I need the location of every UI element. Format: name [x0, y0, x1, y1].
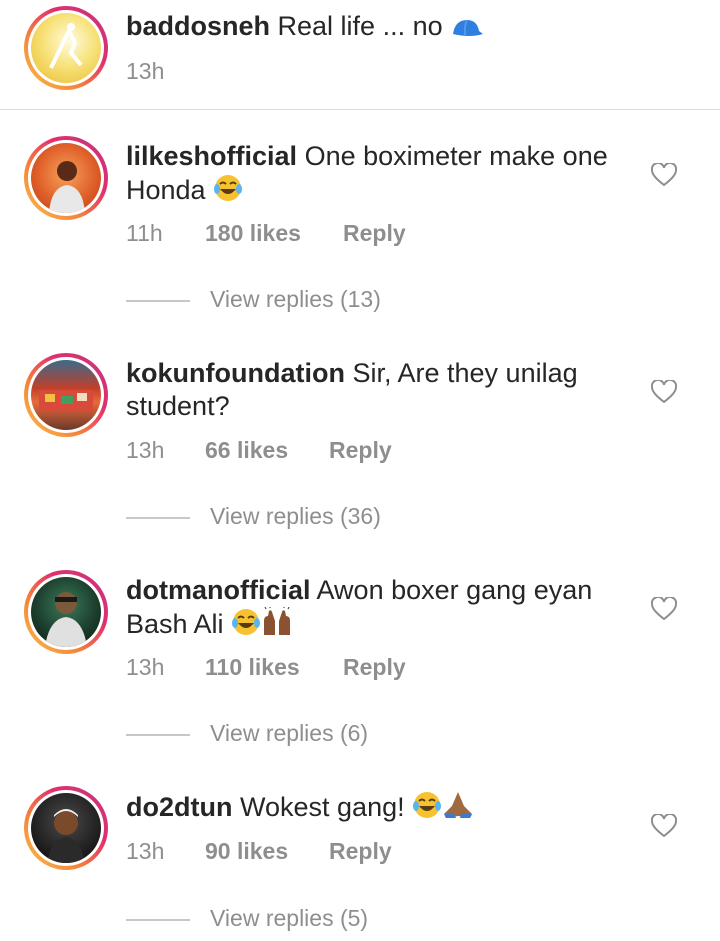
comment-time: 11h [126, 220, 163, 246]
blue-cap-emoji [450, 14, 484, 47]
view-replies-line [126, 300, 190, 302]
view-replies-label: View replies (5) [210, 905, 369, 931]
comment-username[interactable]: kokunfoundation [126, 358, 345, 388]
raised-hands-emoji [261, 606, 293, 645]
reply-button[interactable]: Reply [343, 220, 406, 247]
comment-time: 13h [126, 58, 165, 84]
reply-button[interactable]: Reply [329, 437, 392, 464]
comment-username[interactable]: do2dtun [126, 792, 232, 822]
avatar[interactable] [24, 6, 108, 90]
avatar[interactable] [24, 136, 108, 220]
comment-username[interactable]: baddosneh [126, 11, 270, 41]
heart-icon[interactable] [651, 814, 677, 838]
view-replies-label: View replies (6) [210, 720, 369, 746]
avatar[interactable] [24, 786, 108, 870]
view-replies-label: View replies (13) [210, 286, 381, 312]
view-replies-label: View replies (36) [210, 503, 381, 529]
avatar[interactable] [24, 570, 108, 654]
comment-username[interactable]: dotmanofficial [126, 575, 311, 605]
comment-likes[interactable]: 110 likes [205, 654, 300, 681]
divider [0, 109, 720, 110]
tears-of-joy-emoji [231, 607, 261, 645]
view-replies-line [126, 734, 190, 736]
heart-icon[interactable] [651, 597, 677, 621]
heart-icon[interactable] [651, 163, 677, 187]
tears-of-joy-emoji [213, 173, 243, 211]
reply-button[interactable]: Reply [329, 838, 392, 865]
comment-likes[interactable]: 66 likes [205, 437, 288, 464]
view-replies-line [126, 517, 190, 519]
comment-text: Real life ... no [277, 11, 443, 41]
comment-time: 13h [126, 437, 165, 463]
reply-button[interactable]: Reply [343, 654, 406, 681]
folded-hands-emoji [442, 790, 474, 828]
comment-time: 13h [126, 654, 165, 680]
heart-icon[interactable] [651, 380, 677, 404]
tears-of-joy-emoji [412, 790, 442, 828]
comment-likes[interactable]: 90 likes [205, 838, 288, 865]
comment-time: 13h [126, 838, 165, 864]
comment-likes[interactable]: 180 likes [205, 220, 301, 247]
view-replies-line [126, 919, 190, 921]
comment-text: Wokest gang! [240, 792, 405, 822]
avatar[interactable] [24, 353, 108, 437]
comment-username[interactable]: lilkeshofficial [126, 141, 297, 171]
